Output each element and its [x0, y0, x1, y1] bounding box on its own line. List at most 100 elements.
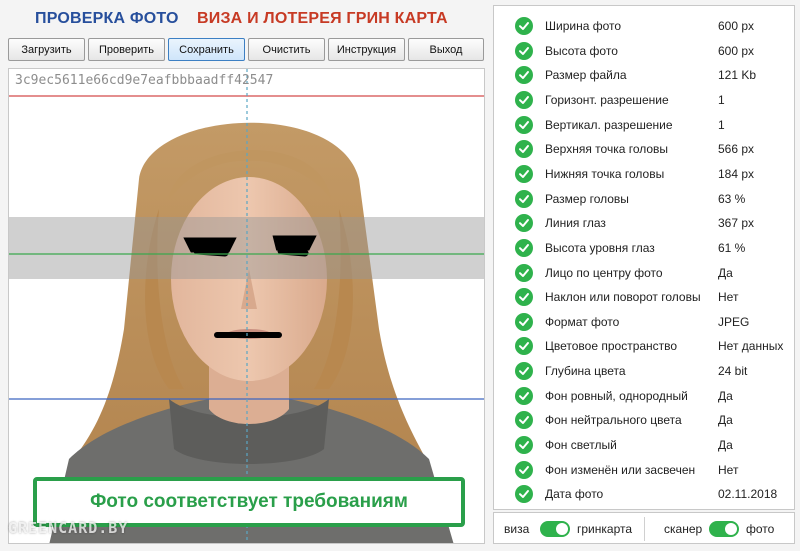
check-icon [515, 214, 533, 233]
checks-panel: Ширина фото 600 px Высота фото 600 px Размер… [493, 5, 795, 510]
portrait-photo [9, 69, 484, 543]
check-value: Да [718, 438, 733, 453]
check-icon [515, 362, 533, 381]
check-value: 121 Kb [718, 68, 757, 83]
visa-greencard-switch[interactable] [540, 521, 570, 537]
check-label: Горизонт. разрешение [545, 92, 669, 107]
check-value: Нет данных [718, 339, 784, 354]
check-row: Ширина фото 600 px [494, 14, 794, 38]
check-row: Фон ровный, однородный Да [494, 384, 794, 408]
check-icon [515, 17, 533, 35]
photo-preview[interactable]: 3c9ec5611e66cd9e7eafbbbaadff42547 Фото с… [8, 68, 485, 544]
check-icon [515, 386, 533, 405]
check-value: JPEG [718, 314, 750, 329]
check-value: 566 px [718, 142, 755, 157]
check-label: Глубина цвета [545, 364, 626, 379]
check-label: Фон ровный, однородный [545, 388, 688, 403]
check-icon [515, 164, 533, 183]
toggle-scanner-label: сканер [664, 522, 703, 536]
check-icon [515, 115, 533, 134]
check-icon [515, 288, 533, 307]
clear-button[interactable]: Очистить [248, 38, 325, 61]
check-icon [515, 312, 533, 331]
check-row: Наклон или поворот головы Нет [494, 285, 794, 309]
check-value: Нет [718, 462, 739, 477]
check-icon [515, 90, 533, 109]
status-message: Фото соответствует требованиям [90, 491, 408, 512]
check-row: Высота фото 600 px [494, 39, 794, 63]
check-value: Да [718, 413, 733, 428]
check-row: Размер файла 121 Kb [494, 63, 794, 87]
header: ПРОВЕРКА ФОТО ВИЗА И ЛОТЕРЕЯ ГРИН КАРТА [0, 6, 490, 32]
check-label: Размер головы [545, 191, 629, 206]
check-row: Горизонт. разрешение 1 [494, 88, 794, 112]
exit-button[interactable]: Выход [408, 38, 484, 61]
check-row: Линия глаз 367 px [494, 211, 794, 235]
check-icon [515, 189, 533, 208]
check-value: 1 [718, 92, 725, 107]
instructions-button[interactable]: Инструкция [328, 38, 405, 61]
toggle-divider [644, 517, 645, 541]
check-label: Нижняя точка головы [545, 166, 665, 181]
switch-knob [725, 523, 737, 535]
photo-hash: 3c9ec5611e66cd9e7eafbbbaadff42547 [15, 73, 274, 88]
toggle-bar: виза гринкарта сканер фото [493, 512, 795, 544]
check-row: Фон нейтрального цвета Да [494, 408, 794, 432]
check-label: Высота уровня глаз [545, 240, 655, 255]
check-row: Верхняя точка головы 566 px [494, 137, 794, 161]
check-label: Верхняя точка головы [545, 142, 669, 157]
check-icon [515, 140, 533, 159]
check-row: Дата фото 02.11.2018 [494, 482, 794, 506]
check-label: Фон нейтрального цвета [545, 413, 682, 428]
check-icon [515, 337, 533, 356]
check-icon [515, 41, 533, 60]
save-button[interactable]: Сохранить [168, 38, 245, 61]
check-row: Размер головы 63 % [494, 187, 794, 211]
check-value: 61 % [718, 240, 746, 255]
check-value: 184 px [718, 166, 755, 181]
check-label: Формат фото [545, 314, 620, 329]
switch-knob [556, 523, 568, 535]
load-button[interactable]: Загрузить [8, 38, 85, 61]
check-value: Да [718, 388, 733, 403]
check-value: Нет [718, 290, 739, 305]
check-label: Наклон или поворот головы [545, 290, 701, 305]
check-value: Да [718, 265, 733, 280]
check-row: Высота уровня глаз 61 % [494, 236, 794, 260]
check-row: Цветовое пространство Нет данных [494, 334, 794, 358]
toggle-greencard-label: гринкарта [577, 522, 633, 536]
check-button[interactable]: Проверить [88, 38, 165, 61]
check-icon [515, 460, 533, 479]
check-value: 63 % [718, 191, 746, 206]
scanner-photo-switch[interactable] [709, 521, 739, 537]
check-label: Линия глаз [545, 216, 606, 231]
check-icon [515, 436, 533, 455]
check-row: Лицо по центру фото Да [494, 261, 794, 285]
check-label: Фон светлый [545, 438, 617, 453]
toggle-visa-label: виза [504, 522, 530, 536]
check-label: Дата фото [545, 487, 604, 502]
check-label: Фон изменён или засвечен [545, 462, 696, 477]
check-label: Цветовое пространство [545, 339, 678, 354]
check-value: 24 bit [718, 364, 748, 379]
check-row: Глубина цвета 24 bit [494, 359, 794, 383]
check-label: Высота фото [545, 43, 618, 58]
check-label: Размер файла [545, 68, 627, 83]
toggle-photo-label: фото [746, 522, 775, 536]
check-label: Ширина фото [545, 19, 622, 33]
check-row: Фон изменён или засвечен Нет [494, 458, 794, 482]
check-value: 02.11.2018 [718, 487, 778, 502]
check-row: Фон светлый Да [494, 433, 794, 457]
check-icon [515, 238, 533, 257]
check-icon [515, 411, 533, 430]
check-value: 367 px [718, 216, 755, 231]
check-icon [515, 485, 533, 504]
check-label: Лицо по центру фото [545, 265, 663, 280]
check-value: 600 px [718, 43, 755, 58]
check-value: 1 [718, 117, 725, 132]
app-window: ПРОВЕРКА ФОТО ВИЗА И ЛОТЕРЕЯ ГРИН КАРТА … [0, 0, 800, 551]
check-icon [515, 263, 533, 282]
check-icon [515, 66, 533, 85]
check-row: Формат фото JPEG [494, 310, 794, 334]
check-label: Вертикал. разрешение [545, 117, 673, 132]
